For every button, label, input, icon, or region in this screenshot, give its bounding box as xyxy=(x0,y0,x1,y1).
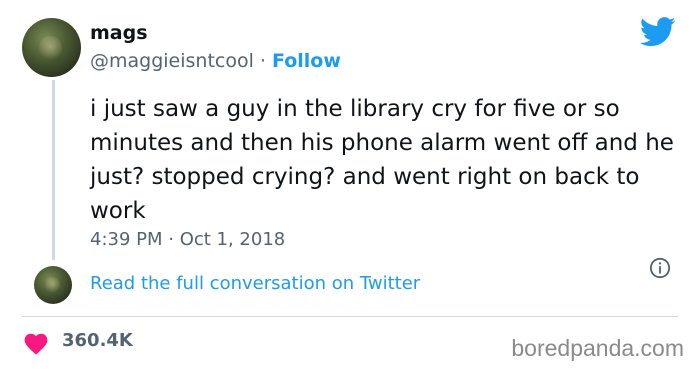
thread-line xyxy=(52,80,55,260)
like-count[interactable]: 360.4K xyxy=(62,330,133,351)
author-handle[interactable]: @maggieisntcool xyxy=(90,50,254,72)
author-avatar[interactable] xyxy=(22,18,81,77)
follow-button[interactable]: Follow xyxy=(272,50,341,72)
handle-separator: · xyxy=(253,50,273,72)
boredpanda-watermark: boredpanda.com xyxy=(511,335,684,361)
heart-icon[interactable] xyxy=(22,330,50,355)
tweet-text: i just saw a guy in the library cry for … xyxy=(90,96,674,224)
author-name[interactable]: mags xyxy=(90,22,148,44)
info-icon[interactable] xyxy=(649,257,671,279)
read-conversation-link[interactable]: Read the full conversation on Twitter xyxy=(90,273,420,294)
divider xyxy=(22,316,678,317)
author-handle-row: @maggieisntcool · Follow xyxy=(90,50,341,72)
tweet-timestamp[interactable]: 4:39 PM · Oct 1, 2018 xyxy=(90,229,285,250)
twitter-bird-icon[interactable] xyxy=(640,17,676,47)
reply-avatar xyxy=(34,266,72,304)
